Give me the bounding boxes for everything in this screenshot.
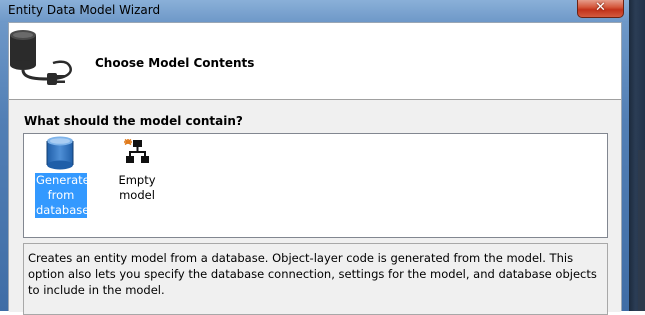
window-title: Entity Data Model Wizard	[8, 3, 161, 17]
close-icon: ✕	[595, 0, 606, 15]
background-edge	[629, 0, 645, 311]
wizard-client-area: Choose Model Contents What should the mo…	[8, 22, 622, 315]
database-plug-icon	[10, 30, 72, 85]
model-contents-prompt: What should the model contain?	[24, 114, 243, 128]
option-empty-model[interactable]: Empty model	[100, 136, 174, 203]
model-contents-list[interactable]: Generate from database Empty model	[23, 133, 608, 238]
background-scrollbar	[638, 150, 645, 311]
option-description: Creates an entity model from a database.…	[23, 243, 608, 315]
empty-model-icon	[124, 138, 149, 163]
page-title: Choose Model Contents	[95, 56, 255, 70]
wizard-header: Choose Model Contents	[9, 23, 621, 100]
window-frame: Entity Data Model Wizard ✕ Choose Model …	[0, 0, 645, 315]
option-label: Generate from database	[35, 173, 90, 218]
title-bar[interactable]: Entity Data Model Wizard ✕	[0, 0, 645, 22]
option-label: Empty model	[118, 173, 156, 202]
close-button[interactable]: ✕	[577, 0, 624, 18]
option-generate-from-database[interactable]: Generate from database	[34, 136, 90, 218]
database-icon	[46, 136, 74, 170]
wizard-body: What should the model contain? Generate …	[9, 100, 621, 315]
